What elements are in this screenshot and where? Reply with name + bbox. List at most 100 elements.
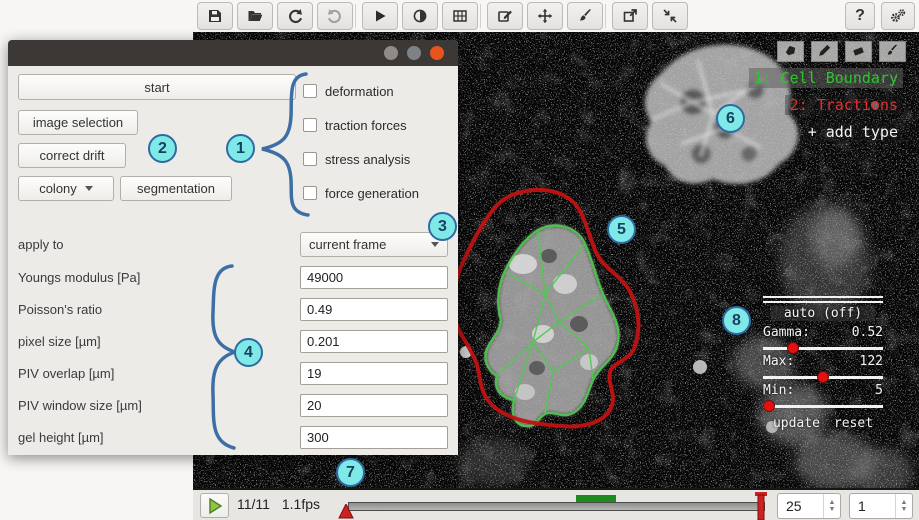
annotate-button[interactable]	[487, 2, 523, 30]
folder-open-icon	[247, 8, 263, 24]
undo-icon	[287, 8, 303, 24]
skip-frames-value: 25	[778, 494, 823, 518]
checkbox-row-force-generation[interactable]: force generation	[303, 185, 419, 201]
brush-tool-button[interactable]	[879, 41, 906, 62]
piv-window-size-input[interactable]: 20	[300, 394, 448, 417]
add-type-button[interactable]: + add type	[803, 122, 903, 142]
traction-forces-checkbox[interactable]	[303, 118, 317, 132]
help-icon: ?	[855, 7, 865, 25]
redo-icon	[327, 8, 343, 24]
eraser-tool-button[interactable]	[845, 41, 872, 62]
callout-1: 1	[226, 134, 255, 163]
gamma-panel-divider	[763, 296, 883, 298]
move-arrows-icon	[537, 8, 553, 24]
chevron-down-icon	[85, 186, 93, 191]
image-selection-button[interactable]: image selection	[18, 110, 138, 135]
timeline-start-marker[interactable]	[336, 504, 356, 520]
fit-view-button[interactable]	[652, 2, 688, 30]
apply-to-dropdown[interactable]: current frame	[300, 232, 448, 257]
pixel-size-label: pixel size [µm]	[18, 330, 101, 353]
poissons-ratio-input[interactable]: 0.49	[300, 298, 448, 321]
auto-toggle[interactable]: auto (off)	[771, 306, 875, 321]
frames-button[interactable]	[442, 2, 478, 30]
stress-analysis-checkbox[interactable]	[303, 152, 317, 166]
frame-counter: 11/11 1.1fps	[237, 496, 320, 512]
window-minimize-button[interactable]	[384, 46, 398, 60]
open-button[interactable]	[237, 2, 273, 30]
redo-button[interactable]	[317, 2, 353, 30]
settings-button[interactable]	[881, 2, 915, 30]
save-button[interactable]	[197, 2, 233, 30]
export-button[interactable]	[612, 2, 648, 30]
timeline-end-marker[interactable]	[753, 492, 769, 520]
pen-tool-button[interactable]	[811, 41, 838, 62]
gamma-slider[interactable]	[763, 347, 883, 350]
window-titlebar[interactable]	[8, 40, 458, 66]
callout-3: 3	[428, 212, 457, 241]
collapse-arrows-icon	[662, 8, 678, 24]
pixel-size-input[interactable]: 0.201	[300, 330, 448, 353]
skip-frames-spinbox[interactable]: 25 ▲▼	[777, 493, 841, 519]
tfm-panel-body: start image selection correct drift colo…	[8, 66, 458, 455]
update-button[interactable]: update	[773, 416, 820, 431]
callout-5: 5	[607, 215, 636, 244]
gel-height-label: gel height [µm]	[18, 426, 104, 449]
gamma-slider-handle[interactable]	[787, 342, 799, 354]
deformation-checkbox[interactable]	[303, 84, 317, 98]
max-value: 122	[860, 354, 883, 369]
eraser-tool-icon	[851, 43, 866, 61]
force-generation-checkbox[interactable]	[303, 186, 317, 200]
gears-icon	[889, 8, 907, 24]
checkbox-row-stress-analysis[interactable]: stress analysis	[303, 151, 410, 167]
callout-7: 7	[336, 458, 365, 487]
reset-button[interactable]: reset	[834, 416, 873, 431]
youngs-modulus-input[interactable]: 49000	[300, 266, 448, 289]
gamma-panel-divider	[763, 301, 883, 303]
play-icon	[372, 8, 388, 24]
paint-button[interactable]	[567, 2, 603, 30]
piv-overlap-label: PIV overlap [µm]	[18, 362, 114, 385]
type-cell-boundary[interactable]: 1: Cell Boundary	[749, 68, 904, 88]
checkbox-row-traction-forces[interactable]: traction forces	[303, 117, 407, 133]
brush-tool-icon	[885, 43, 900, 61]
timeline-buffered-segment	[576, 495, 616, 502]
gamma-panel: auto (off) Gamma: 0.52 Max: 122 Min: 5	[763, 296, 883, 431]
youngs-modulus-label: Youngs modulus [Pa]	[18, 266, 140, 289]
gamma-value: 0.52	[852, 325, 883, 340]
start-button[interactable]: start	[18, 74, 296, 100]
timeline-track[interactable]	[348, 502, 765, 511]
toolbar-separator	[355, 4, 356, 28]
fps-indicator: 1.1fps	[282, 496, 320, 512]
export-icon	[622, 8, 638, 24]
gamma-label: Gamma:	[763, 325, 810, 340]
piv-overlap-input[interactable]: 19	[300, 362, 448, 385]
frame-step-spinbox[interactable]: 1 ▲▼	[849, 493, 913, 519]
play-button-toolbar[interactable]	[362, 2, 398, 30]
spinbox-arrows[interactable]: ▲▼	[895, 494, 912, 518]
checkbox-row-deformation[interactable]: deformation	[303, 83, 394, 99]
max-slider-handle[interactable]	[817, 371, 829, 383]
toolbar-separator	[605, 4, 606, 28]
callout-8: 8	[722, 306, 751, 335]
segmentation-button[interactable]: segmentation	[120, 176, 232, 201]
type-tractions[interactable]: 2: Tractions	[785, 95, 903, 115]
help-button[interactable]: ?	[845, 2, 875, 30]
min-slider-handle[interactable]	[763, 400, 775, 412]
apply-to-label: apply to	[18, 233, 64, 256]
spinbox-arrows[interactable]: ▲▼	[823, 494, 840, 518]
contrast-button[interactable]	[402, 2, 438, 30]
gel-height-input[interactable]: 300	[300, 426, 448, 449]
max-label: Max:	[763, 354, 794, 369]
min-slider[interactable]	[763, 405, 883, 408]
frame-step-value: 1	[850, 494, 895, 518]
correct-drift-button[interactable]: correct drift	[18, 143, 126, 168]
film-strip-icon	[452, 8, 468, 24]
polygon-tool-button[interactable]	[777, 41, 804, 62]
mode-dropdown[interactable]: colony	[18, 176, 114, 201]
window-maximize-button[interactable]	[407, 46, 421, 60]
move-button[interactable]	[527, 2, 563, 30]
max-slider[interactable]	[763, 376, 883, 379]
play-button[interactable]	[200, 493, 229, 518]
window-close-button[interactable]	[430, 46, 444, 60]
undo-button[interactable]	[277, 2, 313, 30]
